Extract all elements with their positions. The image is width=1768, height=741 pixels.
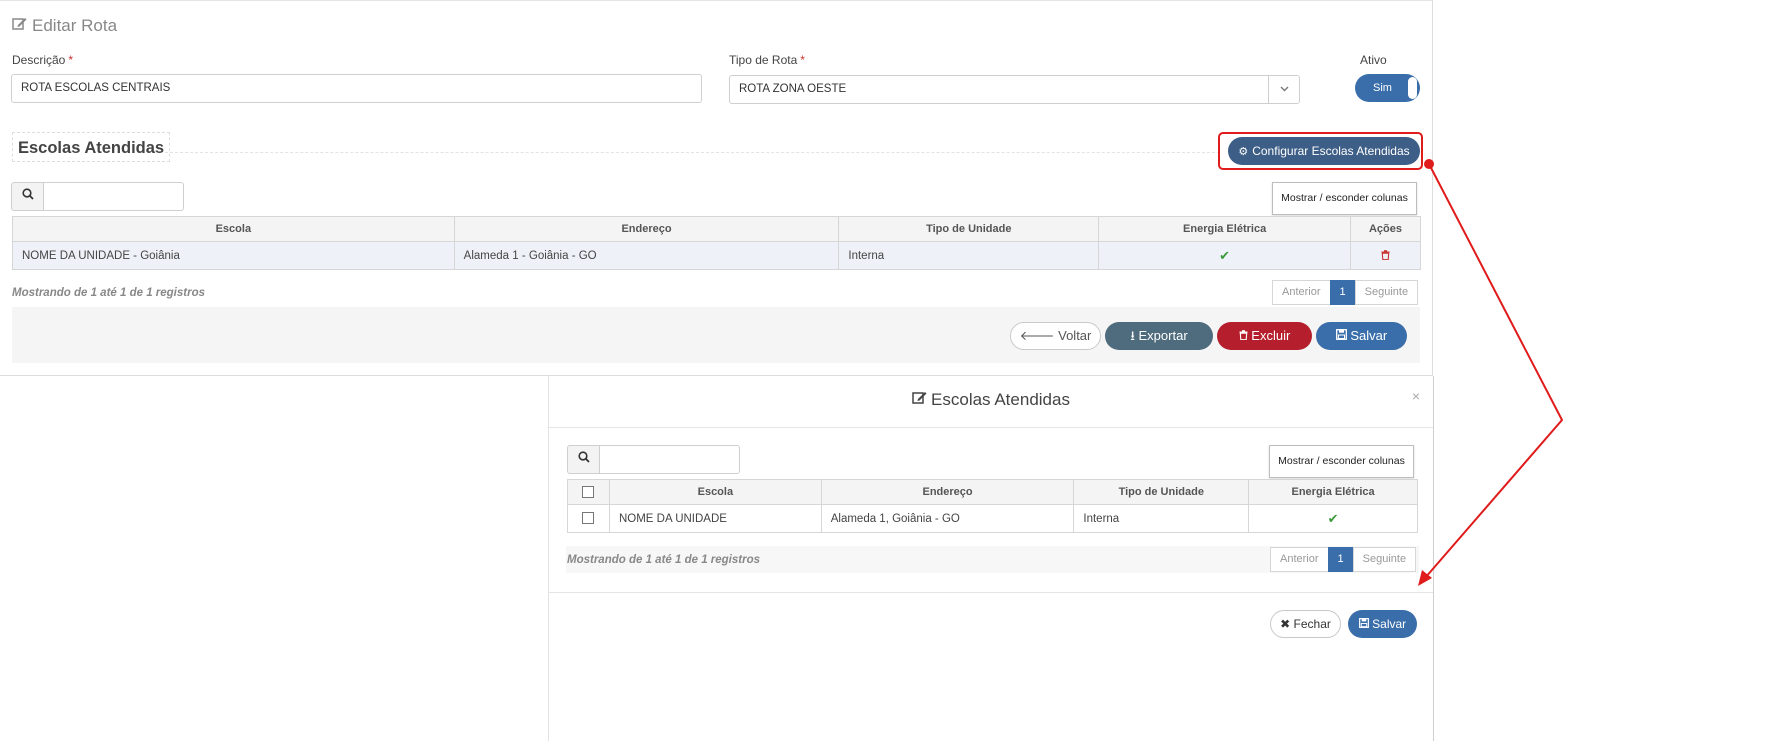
chevron-down-icon[interactable] bbox=[1268, 76, 1299, 103]
column-header-tipo[interactable]: Tipo de Unidade bbox=[838, 216, 1100, 242]
annotation-dot bbox=[1424, 159, 1434, 169]
select-all-checkbox[interactable] bbox=[582, 486, 595, 499]
tipo-rota-label: Tipo de Rota * bbox=[729, 53, 805, 67]
column-header-endereco[interactable]: Endereço bbox=[453, 216, 840, 242]
cell-tipo: Interna bbox=[1073, 504, 1250, 533]
cell-endereco: Alameda 1 - Goiânia - GO bbox=[453, 241, 840, 270]
trash-icon bbox=[1239, 328, 1252, 343]
back-label: Voltar bbox=[1058, 328, 1092, 343]
search-input[interactable] bbox=[43, 182, 184, 211]
section-title: Escolas Atendidas bbox=[12, 132, 171, 162]
save-label: Salvar bbox=[1350, 328, 1388, 343]
arrow-left-icon: 🡐 bbox=[1019, 328, 1055, 343]
ativo-toggle[interactable]: Sim bbox=[1355, 74, 1420, 102]
modal-save-label: Salvar bbox=[1372, 617, 1407, 631]
descricao-value: ROTA ESCOLAS CENTRAIS bbox=[21, 82, 171, 94]
close-button[interactable]: ✖ Fechar bbox=[1270, 610, 1341, 638]
table-header-row: Escola Endereço Tipo de Unidade Energia … bbox=[12, 216, 1421, 242]
pager-prev[interactable]: Anterior bbox=[1272, 280, 1331, 305]
ativo-toggle-label: Sim bbox=[1373, 82, 1392, 94]
search-icon bbox=[567, 445, 600, 474]
toggle-knob bbox=[1408, 77, 1417, 99]
schools-table: Escola Endereço Tipo de Unidade Energia … bbox=[12, 216, 1421, 270]
close-icon: ✖ bbox=[1280, 617, 1291, 631]
row-checkbox[interactable] bbox=[582, 512, 595, 525]
edit-icon bbox=[12, 16, 28, 36]
check-icon: ✔ bbox=[1219, 247, 1231, 263]
schools-modal: Escolas Atendidas × Mostrar / esconder c… bbox=[548, 376, 1434, 741]
form-footer: 🡐 Voltar ⭳ Exportar Excluir Salvar bbox=[12, 307, 1420, 363]
column-header-escola[interactable]: Escola bbox=[12, 216, 455, 242]
search-group bbox=[11, 182, 184, 211]
cell-endereco: Alameda 1, Goiânia - GO bbox=[820, 504, 1075, 533]
tipo-rota-value: ROTA ZONA OESTE bbox=[739, 83, 847, 95]
modal-search-input[interactable] bbox=[599, 445, 740, 474]
cell-energia: ✔ bbox=[1098, 241, 1352, 270]
page-title: Editar Rota bbox=[12, 16, 117, 36]
save-icon bbox=[1335, 328, 1351, 343]
table-row[interactable]: NOME DA UNIDADE Alameda 1, Goiânia - GO … bbox=[567, 504, 1418, 533]
delete-label: Excluir bbox=[1251, 328, 1291, 343]
modal-title-text: Escolas Atendidas bbox=[931, 390, 1070, 409]
required-mark: * bbox=[800, 53, 805, 67]
pager-page[interactable]: 1 bbox=[1327, 547, 1354, 572]
cell-escola: NOME DA UNIDADE - Goiânia bbox=[12, 241, 455, 270]
column-header-endereco[interactable]: Endereço bbox=[820, 479, 1075, 505]
search-icon bbox=[11, 182, 44, 211]
cell-energia: ✔ bbox=[1248, 504, 1418, 533]
export-label: Exportar bbox=[1138, 328, 1188, 343]
pager-page[interactable]: 1 bbox=[1329, 280, 1356, 305]
pager-next[interactable]: Seguinte bbox=[1354, 280, 1419, 305]
modal-footer-divider bbox=[549, 592, 1433, 593]
check-icon: ✔ bbox=[1327, 510, 1339, 526]
modal-search-group bbox=[567, 445, 740, 474]
download-icon: ⭳ bbox=[1130, 328, 1135, 343]
descricao-label-text: Descrição bbox=[12, 53, 66, 67]
trash-icon[interactable] bbox=[1381, 249, 1390, 263]
modal-schools-table: Escola Endereço Tipo de Unidade Energia … bbox=[567, 479, 1418, 533]
column-header-energia[interactable]: Energia Elétrica bbox=[1248, 479, 1418, 505]
pagination: Anterior 1 Seguinte bbox=[1272, 280, 1419, 305]
save-button[interactable]: Salvar bbox=[1316, 322, 1407, 350]
table-info: Mostrando de 1 até 1 de 1 registros bbox=[12, 287, 206, 299]
modal-table-header-row: Escola Endereço Tipo de Unidade Energia … bbox=[567, 479, 1418, 505]
descricao-label: Descrição * bbox=[12, 53, 73, 67]
modal-toggle-columns-button[interactable]: Mostrar / esconder colunas bbox=[1269, 445, 1414, 478]
annotation-highlight-box bbox=[1218, 132, 1423, 170]
ativo-label: Ativo bbox=[1360, 53, 1387, 67]
close-label: Fechar bbox=[1293, 617, 1331, 631]
select-all-checkbox-cell bbox=[567, 479, 610, 505]
pager-prev[interactable]: Anterior bbox=[1270, 547, 1329, 572]
edit-icon bbox=[912, 390, 927, 410]
row-checkbox-cell bbox=[567, 504, 610, 533]
section-divider bbox=[165, 152, 1220, 153]
required-mark: * bbox=[68, 53, 74, 67]
delete-button[interactable]: Excluir bbox=[1217, 322, 1312, 350]
modal-table-info: Mostrando de 1 até 1 de 1 registros bbox=[567, 554, 761, 566]
modal-save-button[interactable]: Salvar bbox=[1348, 610, 1417, 638]
cell-tipo: Interna bbox=[838, 241, 1100, 270]
column-header-tipo[interactable]: Tipo de Unidade bbox=[1073, 479, 1250, 505]
save-icon bbox=[1358, 617, 1372, 631]
modal-pagination: Anterior 1 Seguinte bbox=[1270, 547, 1417, 572]
column-header-energia[interactable]: Energia Elétrica bbox=[1098, 216, 1352, 242]
back-button[interactable]: 🡐 Voltar bbox=[1010, 322, 1101, 350]
tipo-rota-label-text: Tipo de Rota bbox=[729, 53, 798, 67]
export-button[interactable]: ⭳ Exportar bbox=[1105, 322, 1213, 350]
modal-title: Escolas Atendidas bbox=[549, 390, 1433, 410]
column-header-escola[interactable]: Escola bbox=[608, 479, 822, 505]
table-row[interactable]: NOME DA UNIDADE - Goiânia Alameda 1 - Go… bbox=[12, 241, 1421, 270]
modal-header-divider bbox=[549, 427, 1433, 428]
pager-next[interactable]: Seguinte bbox=[1352, 547, 1417, 572]
cell-escola: NOME DA UNIDADE bbox=[608, 504, 822, 533]
cell-acoes bbox=[1350, 241, 1421, 270]
page-title-text: Editar Rota bbox=[32, 16, 118, 35]
toggle-columns-button[interactable]: Mostrar / esconder colunas bbox=[1272, 182, 1417, 215]
tipo-rota-select[interactable]: ROTA ZONA OESTE bbox=[729, 75, 1300, 104]
descricao-input[interactable]: ROTA ESCOLAS CENTRAIS bbox=[11, 74, 702, 103]
close-icon[interactable]: × bbox=[1412, 388, 1420, 404]
column-header-acoes: Ações bbox=[1350, 216, 1421, 242]
edit-route-panel: Editar Rota Descrição * ROTA ESCOLAS CENT… bbox=[0, 0, 1434, 376]
